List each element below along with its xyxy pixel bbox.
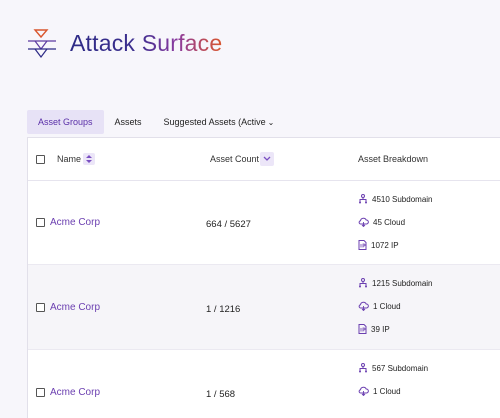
subdomain-count: 4510 Subdomain xyxy=(372,194,433,204)
cloud-count: 45 Cloud xyxy=(373,217,406,227)
tab-assets[interactable]: Assets xyxy=(104,110,153,134)
cloud-count: 1 Cloud xyxy=(373,386,401,396)
page-title: Attack Surface xyxy=(70,30,223,56)
tab-bar: Asset Groups Assets Suggested Assets (Ac… xyxy=(27,110,285,134)
tab-suggested-assets-label: Suggested Assets (Active xyxy=(163,117,266,127)
asset-count-value: 1 / 1216 xyxy=(206,304,241,315)
column-header-name: Name xyxy=(57,154,82,164)
ip-count: 1072 IP xyxy=(371,240,399,250)
breakdown-ip: 1072 IP xyxy=(358,240,399,250)
cloud-icon xyxy=(358,386,369,396)
chevron-down-icon: ⌄ xyxy=(267,118,275,127)
cloud-icon xyxy=(358,301,369,311)
asset-group-link[interactable]: Acme Corp xyxy=(50,387,100,398)
ip-count: 39 IP xyxy=(371,324,390,334)
subdomain-icon xyxy=(359,363,367,373)
subdomain-icon xyxy=(359,194,367,204)
ip-icon xyxy=(358,240,367,250)
breakdown-subdomain: 4510 Subdomain xyxy=(358,194,433,204)
select-all-checkbox[interactable] xyxy=(36,155,45,164)
table-header: Name Asset Count Asset Breakdown xyxy=(28,138,500,181)
breakdown-subdomain: 567 Subdomain xyxy=(358,363,428,373)
asset-groups-table: Name Asset Count Asset Breakdown Acme Co… xyxy=(27,137,500,418)
breakdown-subdomain: 1215 Subdomain xyxy=(358,278,433,288)
column-header-asset-count: Asset Count xyxy=(210,154,260,164)
cloud-count: 1 Cloud xyxy=(373,301,401,311)
breakdown-ip: 39 IP xyxy=(358,324,390,334)
tab-suggested-assets[interactable]: Suggested Assets (Active ⌄ xyxy=(153,110,286,134)
cloud-icon xyxy=(358,217,369,227)
subdomain-count: 1215 Subdomain xyxy=(372,278,433,288)
attack-surface-logo-icon xyxy=(28,29,56,58)
row-checkbox[interactable] xyxy=(36,218,45,227)
sort-asset-count-button[interactable] xyxy=(260,152,274,166)
ip-icon xyxy=(358,324,367,334)
subdomain-icon xyxy=(359,278,367,288)
chevron-down-icon xyxy=(263,156,271,161)
breakdown-cloud: 45 Cloud xyxy=(358,217,405,227)
breakdown-cloud: 1 Cloud xyxy=(358,301,401,311)
asset-group-link[interactable]: Acme Corp xyxy=(50,217,100,228)
asset-group-link[interactable]: Acme Corp xyxy=(50,302,100,313)
tab-asset-groups[interactable]: Asset Groups xyxy=(27,110,104,134)
subdomain-count: 567 Subdomain xyxy=(372,363,429,373)
sort-name-button[interactable] xyxy=(83,153,95,165)
table-row[interactable]: Acme Corp 1 / 1216 1215 Subdomain 1 Clou… xyxy=(28,265,500,350)
table-row[interactable]: Acme Corp 664 / 5627 4510 Subdomain 45 C… xyxy=(28,180,500,265)
asset-count-value: 1 / 568 xyxy=(206,389,236,400)
column-header-asset-breakdown: Asset Breakdown xyxy=(358,154,429,164)
table-row[interactable]: Acme Corp 1 / 568 567 Subdomain 1 Cloud xyxy=(28,350,500,418)
row-checkbox[interactable] xyxy=(36,303,45,312)
asset-count-value: 664 / 5627 xyxy=(206,219,251,230)
sort-icon xyxy=(86,155,92,163)
row-checkbox[interactable] xyxy=(36,388,45,397)
breakdown-cloud: 1 Cloud xyxy=(358,386,401,396)
